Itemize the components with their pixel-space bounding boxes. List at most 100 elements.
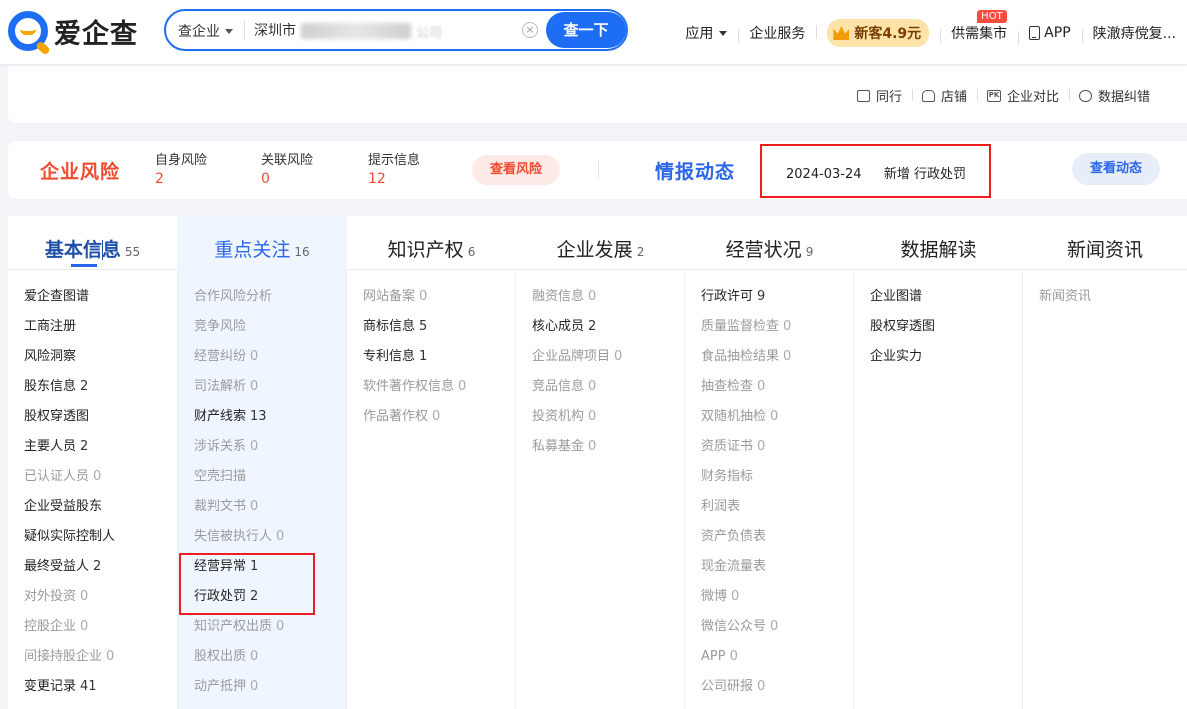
logo-mark-icon — [8, 11, 48, 51]
list-item[interactable]: 微信公众号 0 — [685, 618, 853, 648]
list-item-count: 0 — [106, 649, 115, 664]
list-item[interactable]: 企业品牌项目 0 — [516, 348, 684, 378]
view-intel-button[interactable]: 查看动态 — [1072, 153, 1160, 185]
tab-operations[interactable]: 经营状况 9 — [685, 216, 854, 270]
nav-services[interactable]: 企业服务 — [738, 23, 816, 43]
tab-ip[interactable]: 知识产权 6 — [347, 216, 516, 270]
list-item[interactable]: 抽查检查 0 — [685, 378, 853, 408]
list-item[interactable]: 股权穿透图 — [854, 318, 1022, 348]
list-item[interactable]: 涉诉关系 0 — [178, 438, 346, 468]
hint-info[interactable]: 提示信息 12 — [368, 152, 420, 188]
tab-count: 16 — [294, 245, 310, 259]
top-nav: 应用 企业服务 新客4.9元 供需集市 HOT APP 陕澈痔傥复... — [674, 10, 1187, 48]
tab-basic-info[interactable]: 基本信息 55 — [8, 216, 177, 270]
clear-icon[interactable]: × — [522, 22, 538, 38]
action-correct[interactable]: 数据纠错 — [1068, 86, 1160, 105]
tab-label: 知识产权 — [387, 239, 464, 261]
action-shop[interactable]: 店铺 — [911, 86, 977, 105]
self-risk[interactable]: 自身风险 2 — [155, 152, 207, 188]
list-item[interactable]: 变更记录 41 — [8, 678, 177, 708]
list-item[interactable]: 食品抽检结果 0 — [685, 348, 853, 378]
list-item[interactable]: 财产线索 13 — [178, 408, 346, 438]
list-item[interactable]: 企业受益股东 — [8, 498, 177, 528]
list-item[interactable]: APP 0 — [685, 648, 853, 678]
list-item[interactable]: 已认证人员 0 — [8, 468, 177, 498]
list-item[interactable]: 质量监督检查 0 — [685, 318, 853, 348]
list-item[interactable]: 核心成员 2 — [516, 318, 684, 348]
list-item[interactable]: 资质证书 0 — [685, 438, 853, 468]
list-item[interactable]: 微博 0 — [685, 588, 853, 618]
view-risk-button[interactable]: 查看风险 — [472, 155, 560, 185]
list-item[interactable]: 新闻资讯 — [1023, 288, 1187, 318]
list-item-label: 作品著作权 — [363, 409, 429, 424]
list-item-label: 变更记录 — [24, 679, 77, 694]
list-item[interactable]: 财务指标 — [685, 468, 853, 498]
list-item-count: 0 — [614, 349, 623, 364]
list-item[interactable]: 工商注册 — [8, 318, 177, 348]
list-item[interactable]: 经营纠纷 0 — [178, 348, 346, 378]
list-item[interactable]: 网站备案 0 — [347, 288, 515, 318]
list-item-count: 0 — [588, 409, 597, 424]
list-item[interactable]: 竞争风险 — [178, 318, 346, 348]
list-item[interactable]: 股权穿透图 — [8, 408, 177, 438]
top-header: 爱企查 查企业 公司 × 查一下 应用 企业服务 新客4.9元 供需集市 HOT — [0, 0, 1187, 64]
list-item[interactable]: 软件著作权信息 0 — [347, 378, 515, 408]
list-item[interactable]: 爱企查图谱 — [8, 288, 177, 318]
nav-supply[interactable]: 供需集市 HOT — [940, 10, 1018, 43]
list-item[interactable]: 公司研报 0 — [685, 678, 853, 708]
list-item[interactable]: 竞品信息 0 — [516, 378, 684, 408]
list-item[interactable]: 融资信息 0 — [516, 288, 684, 318]
tab-development[interactable]: 企业发展 2 — [516, 216, 685, 270]
list-item[interactable]: 动产抵押 0 — [178, 678, 346, 708]
list-item[interactable]: 主要人员 2 — [8, 438, 177, 468]
list-item[interactable]: 司法解析 0 — [178, 378, 346, 408]
list-item[interactable]: 投资机构 0 — [516, 408, 684, 438]
list-item-label: 软件著作权信息 — [363, 379, 455, 394]
list-item[interactable]: 合作风险分析 — [178, 288, 346, 318]
list-item[interactable]: 私募基金 0 — [516, 438, 684, 468]
intel-text: 新增 行政处罚 — [883, 167, 966, 182]
search-type-dropdown[interactable]: 查企业 — [178, 21, 233, 41]
list-item[interactable]: 专利信息 1 — [347, 348, 515, 378]
list-item[interactable]: 对外投资 0 — [8, 588, 177, 618]
list-item[interactable]: 利润表 — [685, 498, 853, 528]
list-item[interactable]: 股东信息 2 — [8, 378, 177, 408]
list-item[interactable]: 风险洞察 — [8, 348, 177, 378]
list-item[interactable]: 空壳扫描 — [178, 468, 346, 498]
logo[interactable]: 爱企查 — [8, 11, 138, 51]
user-menu[interactable]: 陕澈痔傥复... — [1081, 23, 1187, 43]
list-item[interactable]: 资产负债表 — [685, 528, 853, 558]
chevron-down-icon — [225, 28, 233, 34]
list-item[interactable]: 裁判文书 0 — [178, 498, 346, 528]
list-item[interactable]: 企业实力 — [854, 348, 1022, 378]
list-item-label: 商标信息 — [363, 319, 416, 334]
related-risk[interactable]: 关联风险 0 — [261, 152, 313, 188]
hot-badge: HOT — [977, 10, 1007, 23]
search-button[interactable]: 查一下 — [546, 12, 626, 48]
list-item[interactable]: 双随机抽检 0 — [685, 408, 853, 438]
phone-icon — [1029, 26, 1041, 40]
nav-app[interactable]: APP — [1018, 25, 1081, 45]
list-item[interactable]: 控股企业 0 — [8, 618, 177, 648]
action-compare[interactable]: PK 企业对比 — [976, 86, 1069, 105]
list-item[interactable]: 企业图谱 — [854, 288, 1022, 318]
list-item[interactable]: 股权出质 0 — [178, 648, 346, 678]
list-item[interactable]: 知识产权出质 0 — [178, 618, 346, 648]
tab-data-insights[interactable]: 数据解读 — [854, 216, 1023, 270]
list-item[interactable]: 现金流量表 — [685, 558, 853, 588]
shop-icon — [921, 89, 935, 102]
tab-news[interactable]: 新闻资讯 — [1023, 216, 1187, 270]
list-item[interactable]: 作品著作权 0 — [347, 408, 515, 438]
list-item[interactable]: 间接持股企业 0 — [8, 648, 177, 678]
action-peers[interactable]: 同行 — [847, 86, 912, 105]
list-item[interactable]: 最终受益人 2 — [8, 558, 177, 588]
nav-apps[interactable]: 应用 — [674, 23, 738, 43]
list-item[interactable]: 商标信息 5 — [347, 318, 515, 348]
list-item[interactable]: 行政许可 9 — [685, 288, 853, 318]
intel-highlight-box[interactable]: 2024-03-24 新增 行政处罚 — [760, 144, 991, 198]
nav-promo[interactable]: 新客4.9元 — [816, 19, 940, 47]
stat-label: 提示信息 — [368, 153, 421, 168]
list-item[interactable]: 疑似实际控制人 — [8, 528, 177, 558]
tab-label: 重点关注 — [214, 239, 291, 261]
tab-key-focus[interactable]: 重点关注 16 — [177, 216, 347, 270]
